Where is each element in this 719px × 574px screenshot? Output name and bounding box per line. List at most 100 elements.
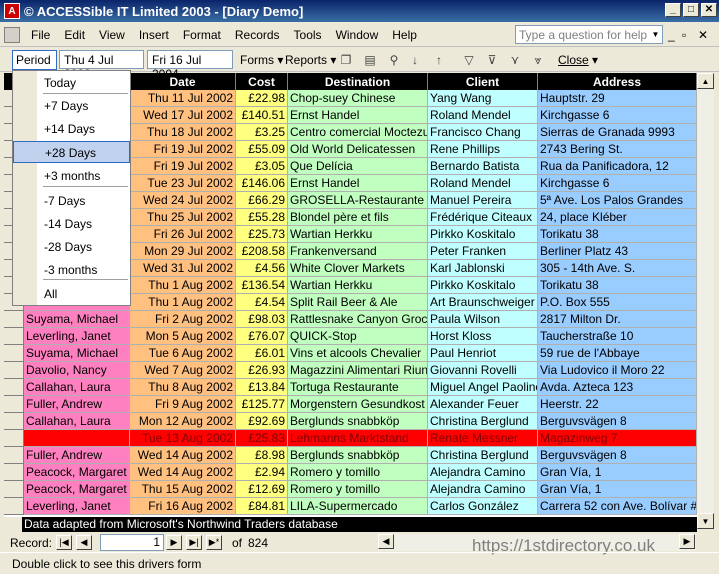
column-header-client[interactable]: Client — [428, 73, 538, 90]
menu-file[interactable]: File — [24, 28, 57, 42]
cell-dest[interactable]: Ernst Handel — [288, 107, 428, 124]
close-window-button[interactable]: ✕ — [701, 3, 717, 17]
cell-dest[interactable]: Que Delícia — [288, 158, 428, 175]
cell-addr[interactable]: P.O. Box 555 — [538, 294, 697, 311]
cell-cost[interactable]: £25.83 — [236, 430, 288, 447]
cell-addr[interactable]: Torikatu 38 — [538, 226, 697, 243]
mdi-restore-button[interactable]: ▫ — [682, 28, 686, 42]
cell-date[interactable]: Thu 11 Jul 2002 — [130, 90, 236, 107]
access-icon[interactable]: A — [4, 3, 20, 19]
maximize-button[interactable]: □ — [683, 3, 699, 17]
cell-addr[interactable]: 2817 Milton Dr. — [538, 311, 697, 328]
cell-client[interactable]: Alejandra Camino — [428, 481, 538, 498]
cell-date[interactable]: Tue 13 Aug 2002 — [130, 430, 236, 447]
period-option[interactable]: All — [13, 283, 130, 305]
row-selector[interactable] — [4, 413, 24, 430]
period-option[interactable]: -7 Days — [13, 190, 130, 212]
cell-date[interactable]: Wed 17 Jul 2002 — [130, 107, 236, 124]
cell-cost[interactable]: £4.54 — [236, 294, 288, 311]
cell-dest[interactable]: Magazzini Alimentari Riuniti — [288, 362, 428, 379]
menu-window[interactable]: Window — [329, 28, 386, 42]
scroll-down-icon[interactable]: ▼ — [697, 513, 714, 529]
cell-dest[interactable]: Blondel père et fils — [288, 209, 428, 226]
cell-client[interactable]: Peter Franken — [428, 243, 538, 260]
period-option[interactable]: Today — [13, 72, 130, 94]
first-record-button[interactable]: |◀ — [56, 535, 72, 550]
cell-dest[interactable]: Morgenstern Gesundkost — [288, 396, 428, 413]
cell-client[interactable]: Renate Messner — [428, 430, 538, 447]
cell-cost[interactable]: £6.01 — [236, 345, 288, 362]
cell-cost[interactable]: £55.09 — [236, 141, 288, 158]
cell-addr[interactable]: 24, place Kléber — [538, 209, 697, 226]
help-search-input[interactable]: Type a question for help — [515, 25, 663, 44]
minimize-button[interactable]: _ — [665, 3, 681, 17]
cell-addr[interactable]: Via Ludovico il Moro 22 — [538, 362, 697, 379]
cell-date[interactable]: Thu 18 Jul 2002 — [130, 124, 236, 141]
cell-addr[interactable]: Kirchgasse 6 — [538, 107, 697, 124]
menu-insert[interactable]: Insert — [132, 28, 176, 42]
cell-cost[interactable]: £208.58 — [236, 243, 288, 260]
cell-date[interactable]: Fri 19 Jul 2002 — [130, 141, 236, 158]
column-header-date[interactable]: Date — [130, 73, 236, 90]
vertical-scrollbar[interactable]: ▲ ▼ — [697, 73, 714, 529]
row-selector[interactable] — [4, 447, 24, 464]
cell-date[interactable]: Mon 29 Jul 2002 — [130, 243, 236, 260]
cell-date[interactable]: Thu 15 Aug 2002 — [130, 481, 236, 498]
cell-cost[interactable]: £84.81 — [236, 498, 288, 515]
cell-client[interactable]: Bernardo Batista — [428, 158, 538, 175]
cell-dest[interactable]: Ernst Handel — [288, 175, 428, 192]
date-from-input[interactable]: Thu 4 Jul 2002 — [59, 50, 144, 81]
cell-client[interactable]: Horst Kloss — [428, 328, 538, 345]
cell-dest[interactable]: Berglunds snabbköp — [288, 447, 428, 464]
cell-dest[interactable]: Rattlesnake Canyon Grocery — [288, 311, 428, 328]
cell-dest[interactable]: Chop-suey Chinese — [288, 90, 428, 107]
period-option[interactable]: -28 Days — [13, 236, 130, 258]
cell-dest[interactable]: Romero y tomillo — [288, 464, 428, 481]
menu-records[interactable]: Records — [228, 28, 287, 42]
cell-addr[interactable]: Berliner Platz 43 — [538, 243, 697, 260]
cell-cost[interactable]: £8.98 — [236, 447, 288, 464]
cell-date[interactable]: Wed 31 Jul 2002 — [130, 260, 236, 277]
cell-client[interactable]: Yang Wang — [428, 90, 538, 107]
cell-client[interactable]: Rene Phillips — [428, 141, 538, 158]
cell-addr[interactable]: Sierras de Granada 9993 — [538, 124, 697, 141]
cell-addr[interactable]: 2743 Bering St. — [538, 141, 697, 158]
cell-cost[interactable]: £76.07 — [236, 328, 288, 345]
cell-date[interactable]: Thu 8 Aug 2002 — [130, 379, 236, 396]
date-to-input[interactable]: Fri 16 Jul 2004 — [147, 50, 233, 81]
cell-cost[interactable]: £146.06 — [236, 175, 288, 192]
cell-cost[interactable]: £55.28 — [236, 209, 288, 226]
cell-date[interactable]: Wed 24 Jul 2002 — [130, 192, 236, 209]
cell-addr[interactable]: Kirchgasse 6 — [538, 175, 697, 192]
menu-help[interactable]: Help — [385, 28, 424, 42]
cell-dest[interactable]: Centro comercial Moctezuma — [288, 124, 428, 141]
cell-cost[interactable]: £4.56 — [236, 260, 288, 277]
cell-name[interactable] — [24, 430, 130, 447]
cell-name[interactable]: Leverling, Janet — [24, 328, 130, 345]
forms-menu[interactable]: Forms ▾ — [240, 50, 283, 69]
cell-dest[interactable]: Frankenversand — [288, 243, 428, 260]
form-icon[interactable] — [4, 26, 20, 43]
help-dropdown-icon[interactable]: ▼ — [649, 26, 662, 43]
cell-client[interactable]: Karl Jablonski — [428, 260, 538, 277]
cell-client[interactable]: Paula Wilson — [428, 311, 538, 328]
cell-dest[interactable]: Split Rail Beer & Ale — [288, 294, 428, 311]
cell-date[interactable]: Thu 1 Aug 2002 — [130, 277, 236, 294]
menu-tools[interactable]: Tools — [287, 28, 329, 42]
column-header-cost[interactable]: Cost — [236, 73, 288, 90]
cell-addr[interactable]: Magazinweg 7 — [538, 430, 697, 447]
row-selector[interactable] — [4, 345, 24, 362]
menu-edit[interactable]: Edit — [57, 28, 92, 42]
cell-name[interactable]: Peacock, Margaret — [24, 481, 130, 498]
cell-addr[interactable]: Torikatu 38 — [538, 277, 697, 294]
cell-dest[interactable]: QUICK-Stop — [288, 328, 428, 345]
cell-cost[interactable]: £140.51 — [236, 107, 288, 124]
cell-dest[interactable]: Wartian Herkku — [288, 226, 428, 243]
last-record-button[interactable]: ▶| — [186, 535, 202, 550]
paste-icon[interactable]: ▤ — [362, 52, 378, 68]
cell-date[interactable]: Fri 16 Aug 2002 — [130, 498, 236, 515]
cell-cost[interactable]: £13.84 — [236, 379, 288, 396]
copy-icon[interactable]: ❐ — [338, 52, 354, 68]
cell-cost[interactable]: £3.25 — [236, 124, 288, 141]
cell-dest[interactable]: Vins et alcools Chevalier — [288, 345, 428, 362]
